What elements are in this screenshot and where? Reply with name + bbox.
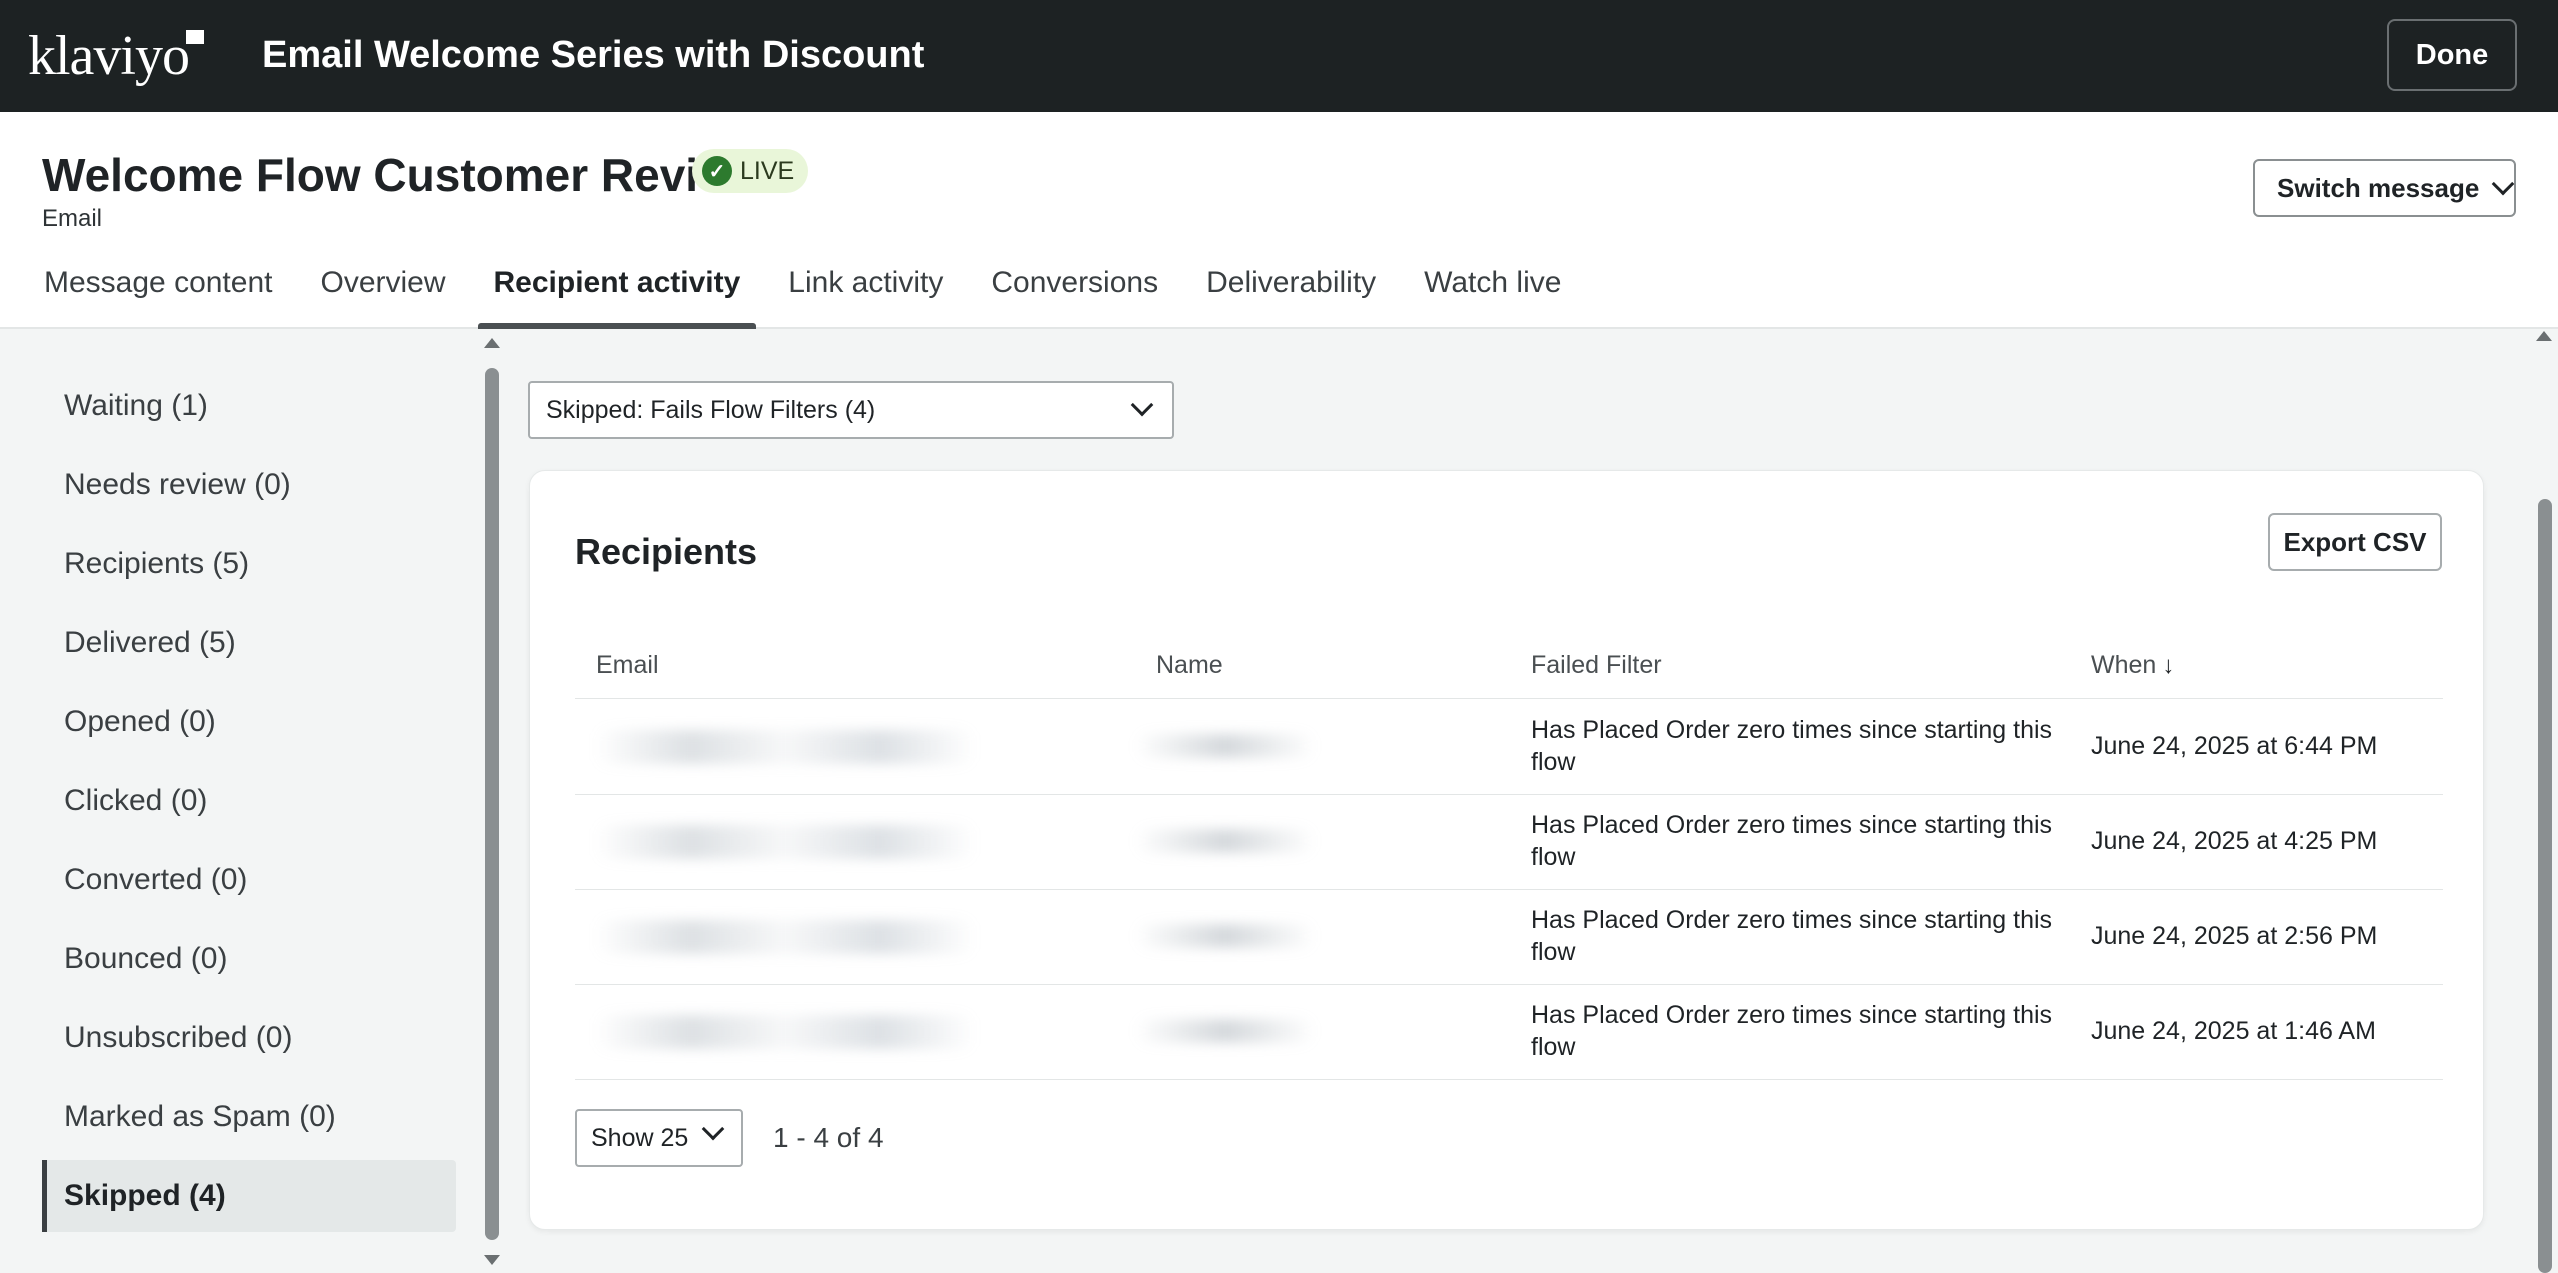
chevron-down-icon	[701, 1117, 725, 1141]
scrollbar-thumb[interactable]	[2538, 499, 2552, 1273]
tab-deliverability[interactable]: Deliverability	[1190, 257, 1392, 329]
page-size-value: Show 25	[591, 1124, 689, 1152]
status-badge-label: LIVE	[740, 156, 795, 185]
scroll-up-icon[interactable]	[484, 338, 500, 348]
redacted-name	[1135, 924, 1315, 948]
column-header-when[interactable]: When ↓	[2091, 651, 2174, 680]
sidebar-item-clicked[interactable]: Clicked (0)	[42, 765, 456, 837]
done-button[interactable]: Done	[2387, 19, 2517, 91]
redacted-name	[1135, 734, 1315, 758]
logo-flag-icon	[186, 30, 204, 44]
table-row[interactable]: Has Placed Order zero times since starti…	[575, 890, 2443, 985]
activity-sidebar: Waiting (1) Needs review (0) Recipients …	[0, 331, 470, 1273]
chevron-down-icon	[1130, 393, 1154, 417]
main-scrollbar[interactable]	[2534, 331, 2556, 1273]
message-type: Email	[42, 205, 103, 232]
sidebar-item-needs-review[interactable]: Needs review (0)	[42, 449, 456, 521]
tab-conversions[interactable]: Conversions	[975, 257, 1174, 329]
status-badge: ✓ LIVE	[692, 149, 809, 193]
page-size-select[interactable]: Show 25	[575, 1109, 743, 1167]
when-cell: June 24, 2025 at 2:56 PM	[2091, 922, 2378, 950]
column-header-failed-filter[interactable]: Failed Filter	[1531, 651, 1662, 680]
failed-filter-cell: Has Placed Order zero times since starti…	[1531, 716, 2053, 776]
activity-filter-select[interactable]: Skipped: Fails Flow Filters (4)	[528, 381, 1174, 439]
sort-descending-icon: ↓	[2162, 652, 2175, 679]
pagination: Show 25 1 - 4 of 4	[575, 1109, 884, 1167]
switch-message-label: Switch message	[2277, 172, 2480, 203]
switch-message-button[interactable]: Switch message	[2253, 159, 2516, 217]
sidebar-item-marked-as-spam[interactable]: Marked as Spam (0)	[42, 1081, 456, 1153]
flow-title: Email Welcome Series with Discount	[262, 34, 925, 76]
sidebar-item-skipped[interactable]: Skipped (4)	[42, 1160, 456, 1232]
redacted-email	[595, 1015, 975, 1049]
tab-message-content[interactable]: Message content	[28, 257, 288, 329]
table-row[interactable]: Has Placed Order zero times since starti…	[575, 985, 2443, 1080]
scrollbar-thumb[interactable]	[485, 368, 499, 1240]
table-header: Email Name Failed Filter When ↓	[575, 651, 2443, 699]
failed-filter-cell: Has Placed Order zero times since starti…	[1531, 1001, 2053, 1061]
redacted-email	[595, 825, 975, 859]
sidebar-item-waiting[interactable]: Waiting (1)	[42, 370, 456, 442]
message-title: Welcome Flow Customer Review	[42, 149, 760, 201]
recipients-title: Recipients	[575, 531, 758, 572]
sidebar-scrollbar[interactable]	[482, 338, 502, 1273]
column-header-when-label: When	[2091, 651, 2157, 679]
tab-overview[interactable]: Overview	[304, 257, 461, 329]
sidebar-item-opened[interactable]: Opened (0)	[42, 686, 456, 758]
export-csv-button[interactable]: Export CSV	[2268, 513, 2442, 571]
column-header-name[interactable]: Name	[1156, 651, 1223, 680]
activity-filter-value: Skipped: Fails Flow Filters (4)	[546, 396, 876, 424]
column-header-email[interactable]: Email	[596, 651, 659, 680]
message-header: Welcome Flow Customer Review ✓ LIVE Emai…	[0, 112, 2558, 329]
failed-filter-cell: Has Placed Order zero times since starti…	[1531, 906, 2053, 966]
redacted-name	[1135, 1019, 1315, 1043]
table-row[interactable]: Has Placed Order zero times since starti…	[575, 795, 2443, 890]
tab-watch-live[interactable]: Watch live	[1408, 257, 1577, 329]
scroll-down-icon[interactable]	[484, 1255, 500, 1265]
tab-recipient-activity[interactable]: Recipient activity	[477, 257, 757, 329]
sidebar-item-recipients[interactable]: Recipients (5)	[42, 528, 456, 600]
scroll-up-icon[interactable]	[2536, 331, 2552, 341]
page-range: 1 - 4 of 4	[773, 1122, 884, 1153]
klaviyo-logo[interactable]: klaviyo	[28, 24, 190, 88]
sidebar-item-unsubscribed[interactable]: Unsubscribed (0)	[42, 1002, 456, 1074]
when-cell: June 24, 2025 at 6:44 PM	[2091, 732, 2378, 760]
top-bar: klaviyo Email Welcome Series with Discou…	[0, 0, 2558, 112]
tab-bar: Message content Overview Recipient activ…	[28, 257, 1593, 329]
table-row[interactable]: Has Placed Order zero times since starti…	[575, 700, 2443, 795]
sidebar-item-bounced[interactable]: Bounced (0)	[42, 923, 456, 995]
redacted-name	[1135, 829, 1315, 853]
sidebar-item-delivered[interactable]: Delivered (5)	[42, 607, 456, 679]
redacted-email	[595, 920, 975, 954]
when-cell: June 24, 2025 at 4:25 PM	[2091, 827, 2378, 855]
tab-link-activity[interactable]: Link activity	[772, 257, 959, 329]
check-circle-icon: ✓	[702, 156, 732, 186]
recipients-card: Recipients Export CSV Email Name Failed …	[529, 470, 2484, 1230]
redacted-email	[595, 730, 975, 764]
when-cell: June 24, 2025 at 1:46 AM	[2091, 1017, 2376, 1045]
sidebar-item-converted[interactable]: Converted (0)	[42, 844, 456, 916]
failed-filter-cell: Has Placed Order zero times since starti…	[1531, 811, 2053, 871]
chevron-down-icon	[2491, 172, 2515, 196]
